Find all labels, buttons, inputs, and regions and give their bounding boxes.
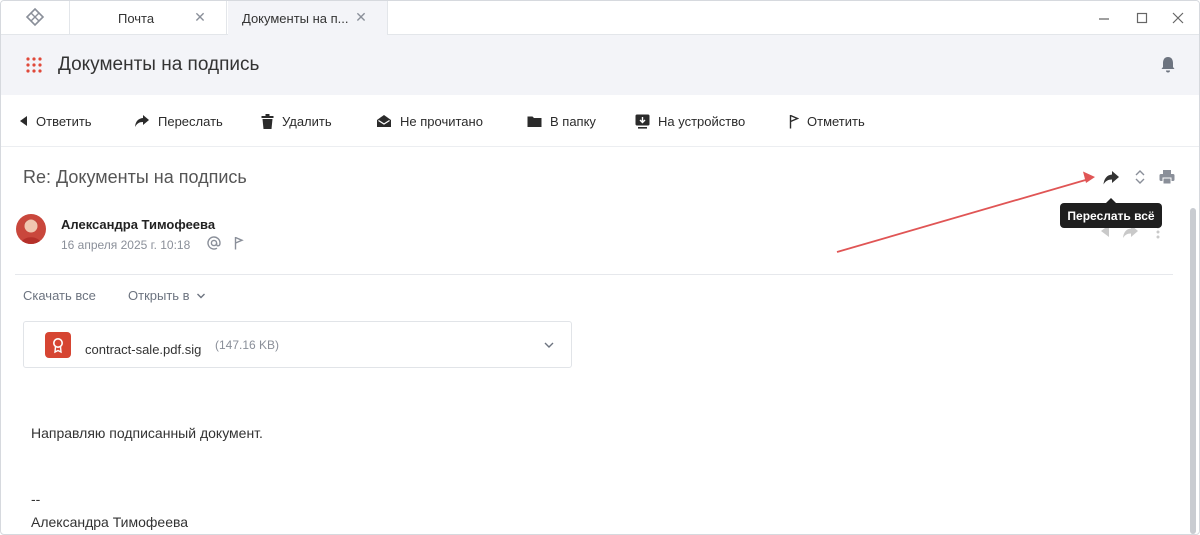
- maximize-icon[interactable]: [1133, 9, 1151, 27]
- close-icon[interactable]: ✕: [355, 10, 367, 24]
- message-toolbar: Ответить Переслать Удалить Не прочитано …: [1, 95, 1199, 147]
- tab-label: Почта: [118, 10, 155, 26]
- bell-icon[interactable]: [1160, 56, 1176, 74]
- forward-all-icon[interactable]: [1102, 168, 1120, 186]
- window-close-icon[interactable]: [1169, 9, 1187, 27]
- tab-mail[interactable]: Почта ✕: [69, 1, 227, 35]
- signature-name: Александра Тимофеева: [31, 514, 189, 530]
- close-icon[interactable]: ✕: [194, 10, 206, 24]
- message-subject: Re: Документы на подпись: [23, 167, 247, 187]
- expand-collapse-icon[interactable]: [1131, 168, 1149, 186]
- flag-button[interactable]: Отметить: [789, 111, 865, 131]
- download-icon: [635, 114, 650, 129]
- delete-label: Удалить: [282, 113, 332, 129]
- chevron-down-icon: [196, 293, 205, 298]
- flag-label: Отметить: [807, 113, 865, 129]
- reply-icon: [20, 116, 27, 126]
- move-to-folder-button[interactable]: В папку: [527, 111, 596, 131]
- page-header: Документы на подпись: [1, 35, 1199, 95]
- chevron-down-icon[interactable]: [543, 340, 555, 350]
- flag-icon: [789, 114, 799, 128]
- delete-button[interactable]: Удалить: [261, 111, 332, 131]
- open-in-label: Открыть в: [128, 288, 190, 303]
- attachment-size: (147.16 KB): [215, 338, 280, 352]
- signature-separator: --: [31, 491, 41, 507]
- forward-all-tooltip: Переслать всё: [1060, 198, 1162, 228]
- apps-grid-icon[interactable]: [26, 57, 42, 73]
- open-in-dropdown[interactable]: Открыть в: [128, 288, 206, 303]
- message-body: Направляю подписанный документ.: [31, 425, 263, 441]
- app-logo-icon[interactable]: [23, 7, 47, 29]
- mark-unread-label: Не прочитано: [400, 113, 483, 129]
- folder-icon: [527, 116, 542, 127]
- sender-name[interactable]: Александра Тимофеева: [61, 217, 215, 232]
- move-to-folder-label: В папку: [550, 113, 596, 129]
- flag-icon[interactable]: [234, 236, 244, 250]
- avatar: [16, 214, 46, 244]
- app-window: Почта ✕ Документы на п... ✕ Документы на…: [0, 0, 1200, 535]
- forward-icon: [135, 115, 149, 127]
- download-to-device-label: На устройство: [658, 113, 746, 129]
- forward-button[interactable]: Переслать: [134, 111, 223, 131]
- certificate-file-icon: [45, 332, 71, 358]
- divider: [15, 274, 1173, 275]
- attachment-card[interactable]: contract-sale.pdf.sig (147.16 KB): [23, 321, 572, 368]
- reply-button[interactable]: Ответить: [19, 111, 92, 131]
- download-to-device-button[interactable]: На устройство: [635, 111, 745, 131]
- scrollbar[interactable]: [1190, 208, 1196, 534]
- trash-icon: [261, 113, 274, 129]
- tab-documents[interactable]: Документы на п... ✕: [228, 1, 388, 35]
- open-envelope-icon: [377, 115, 391, 127]
- page-title: Документы на подпись: [58, 54, 260, 75]
- message-date: 16 апреля 2025 г. 10:18: [61, 238, 191, 252]
- minimize-icon[interactable]: [1095, 9, 1113, 27]
- print-icon[interactable]: [1158, 168, 1176, 186]
- reply-label: Ответить: [36, 113, 92, 129]
- forward-label: Переслать: [158, 113, 223, 129]
- mark-unread-button[interactable]: Не прочитано: [376, 111, 483, 131]
- title-bar: Почта ✕ Документы на п... ✕: [1, 1, 1199, 35]
- download-all-link[interactable]: Скачать все: [23, 288, 96, 303]
- at-sign-icon[interactable]: [207, 236, 221, 250]
- attachment-name: contract-sale.pdf.sig: [85, 342, 202, 357]
- tab-label: Документы на п...: [242, 10, 349, 26]
